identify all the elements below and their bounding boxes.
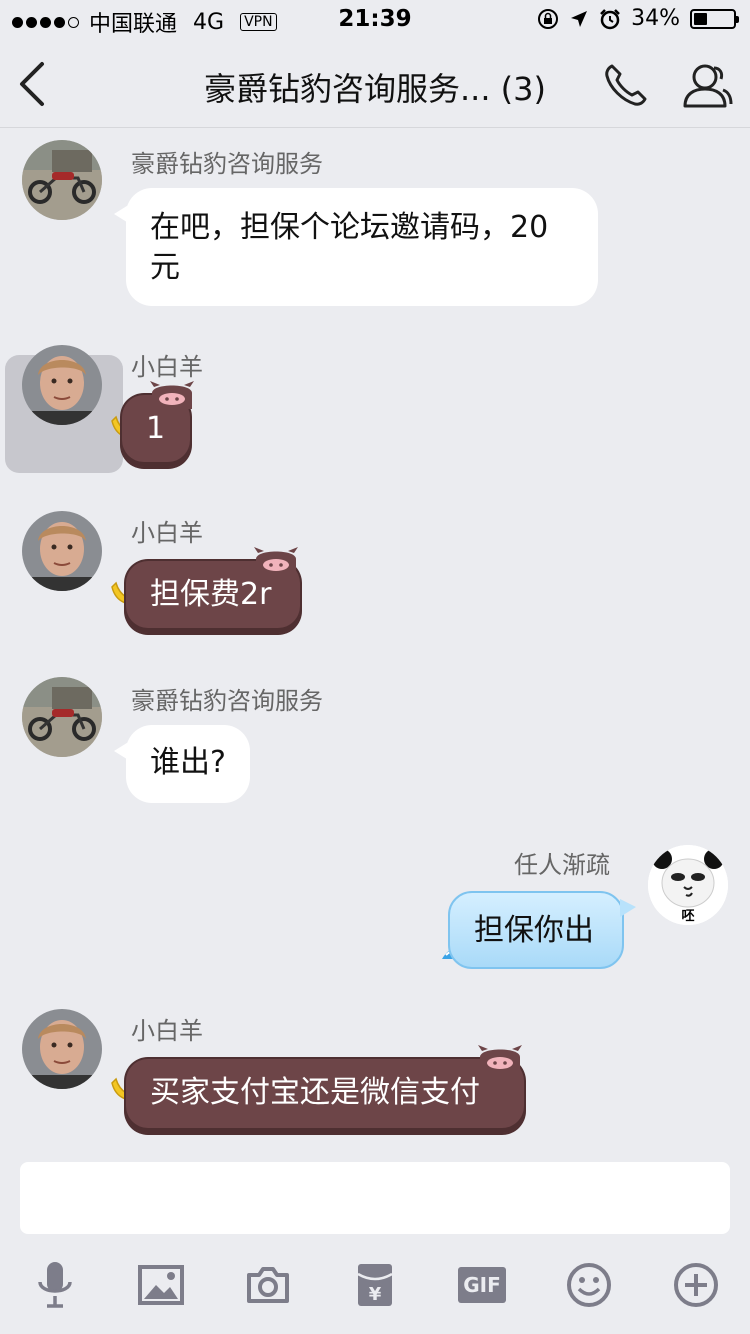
sender-name: 豪爵钻豹咨询服务 xyxy=(131,687,323,715)
user-icon xyxy=(683,64,733,108)
gif-icon: GIF xyxy=(458,1267,506,1303)
man-portrait-avatar-image xyxy=(22,345,102,425)
back-button[interactable] xyxy=(14,60,54,108)
rotation-lock-icon xyxy=(538,8,559,29)
pig-face-decoration-icon xyxy=(150,381,194,409)
message-row: 小白羊 1 xyxy=(0,345,750,475)
group-members-button[interactable] xyxy=(680,60,734,112)
pig-face-decoration-icon xyxy=(254,547,298,575)
avatar[interactable] xyxy=(22,511,102,591)
avatar[interactable] xyxy=(22,140,102,220)
plus-icon xyxy=(674,1263,718,1307)
battery-icon xyxy=(690,8,739,29)
more-button[interactable] xyxy=(671,1260,721,1310)
battery-percent: 34% xyxy=(631,6,680,31)
chevron-left-icon xyxy=(20,62,44,106)
message-text: 担保你出 xyxy=(474,913,594,948)
photo-button[interactable] xyxy=(136,1260,186,1310)
voice-input-button[interactable] xyxy=(30,1260,80,1310)
message-text: 1 xyxy=(146,411,166,446)
message-text: 在吧，担保个论坛邀请码，20 xyxy=(150,210,549,245)
motorcycle-avatar-image xyxy=(22,140,102,220)
message-text: 元 xyxy=(150,250,180,285)
message-text: 买家支付宝还是微信支付 xyxy=(150,1075,480,1110)
message-row: 小白羊 买家支付宝还是微信支付 xyxy=(0,1009,750,1144)
microphone-icon xyxy=(38,1262,72,1308)
emoji-icon xyxy=(567,1263,611,1307)
avatar[interactable] xyxy=(22,345,102,425)
message-bubble[interactable]: 担保你出 xyxy=(448,891,636,969)
alarm-icon xyxy=(600,8,620,29)
message-row: 任人渐疏 呸 担保你出 xyxy=(0,843,750,973)
red-packet-button[interactable]: ¥ xyxy=(350,1260,400,1310)
location-arrow-icon xyxy=(571,10,588,27)
chat-title[interactable]: 豪爵钻豹咨询服务... (3) xyxy=(120,64,630,110)
nav-bar: 豪爵钻豹咨询服务... (3) xyxy=(0,40,750,128)
phone-icon xyxy=(605,64,647,106)
message-row: 小白羊 担保费2r xyxy=(0,511,750,641)
red-packet-icon: ¥ xyxy=(357,1264,393,1306)
message-text: 谁出? xyxy=(150,745,226,780)
camera-icon xyxy=(247,1267,289,1303)
avatar[interactable] xyxy=(22,1009,102,1089)
avatar[interactable] xyxy=(22,677,102,757)
sender-name: 小白羊 xyxy=(131,519,203,547)
red-packet-symbol: ¥ xyxy=(369,1284,382,1305)
status-bar: 中国联通 4G VPN 21:39 34% xyxy=(0,0,750,40)
gif-label: GIF xyxy=(463,1273,501,1297)
sender-name: 小白羊 xyxy=(131,353,203,381)
avatar-caption: 呸 xyxy=(681,909,695,924)
status-bar-right: 34% xyxy=(537,6,739,31)
avatar[interactable]: 呸 xyxy=(648,845,728,925)
message-row: 豪爵钻豹咨询服务 在吧，担保个论坛邀请码，20 元 xyxy=(0,140,750,310)
man-portrait-avatar-image xyxy=(22,511,102,591)
message-row: 豪爵钻豹咨询服务 谁出? xyxy=(0,677,750,807)
sender-name: 小白羊 xyxy=(131,1017,203,1045)
motorcycle-avatar-image xyxy=(22,677,102,757)
camera-button[interactable] xyxy=(243,1260,293,1310)
pig-face-decoration-icon xyxy=(478,1045,522,1073)
message-input[interactable] xyxy=(20,1162,730,1234)
message-bubble[interactable]: 在吧，担保个论坛邀请码，20 元 xyxy=(114,188,598,306)
input-toolbar: ¥ GIF xyxy=(0,1250,750,1320)
message-bubble[interactable]: 谁出? xyxy=(114,725,250,803)
sender-name: 豪爵钻豹咨询服务 xyxy=(131,150,323,178)
voice-call-button[interactable] xyxy=(600,60,652,112)
sender-name: 任人渐疏 xyxy=(514,851,610,879)
gif-button[interactable]: GIF xyxy=(457,1260,507,1310)
man-portrait-avatar-image xyxy=(22,1009,102,1089)
image-icon xyxy=(138,1265,184,1305)
message-bubble[interactable]: 买家支付宝还是微信支付 xyxy=(126,1059,524,1133)
emoji-button[interactable] xyxy=(564,1260,614,1310)
message-text: 担保费2r xyxy=(150,577,272,612)
